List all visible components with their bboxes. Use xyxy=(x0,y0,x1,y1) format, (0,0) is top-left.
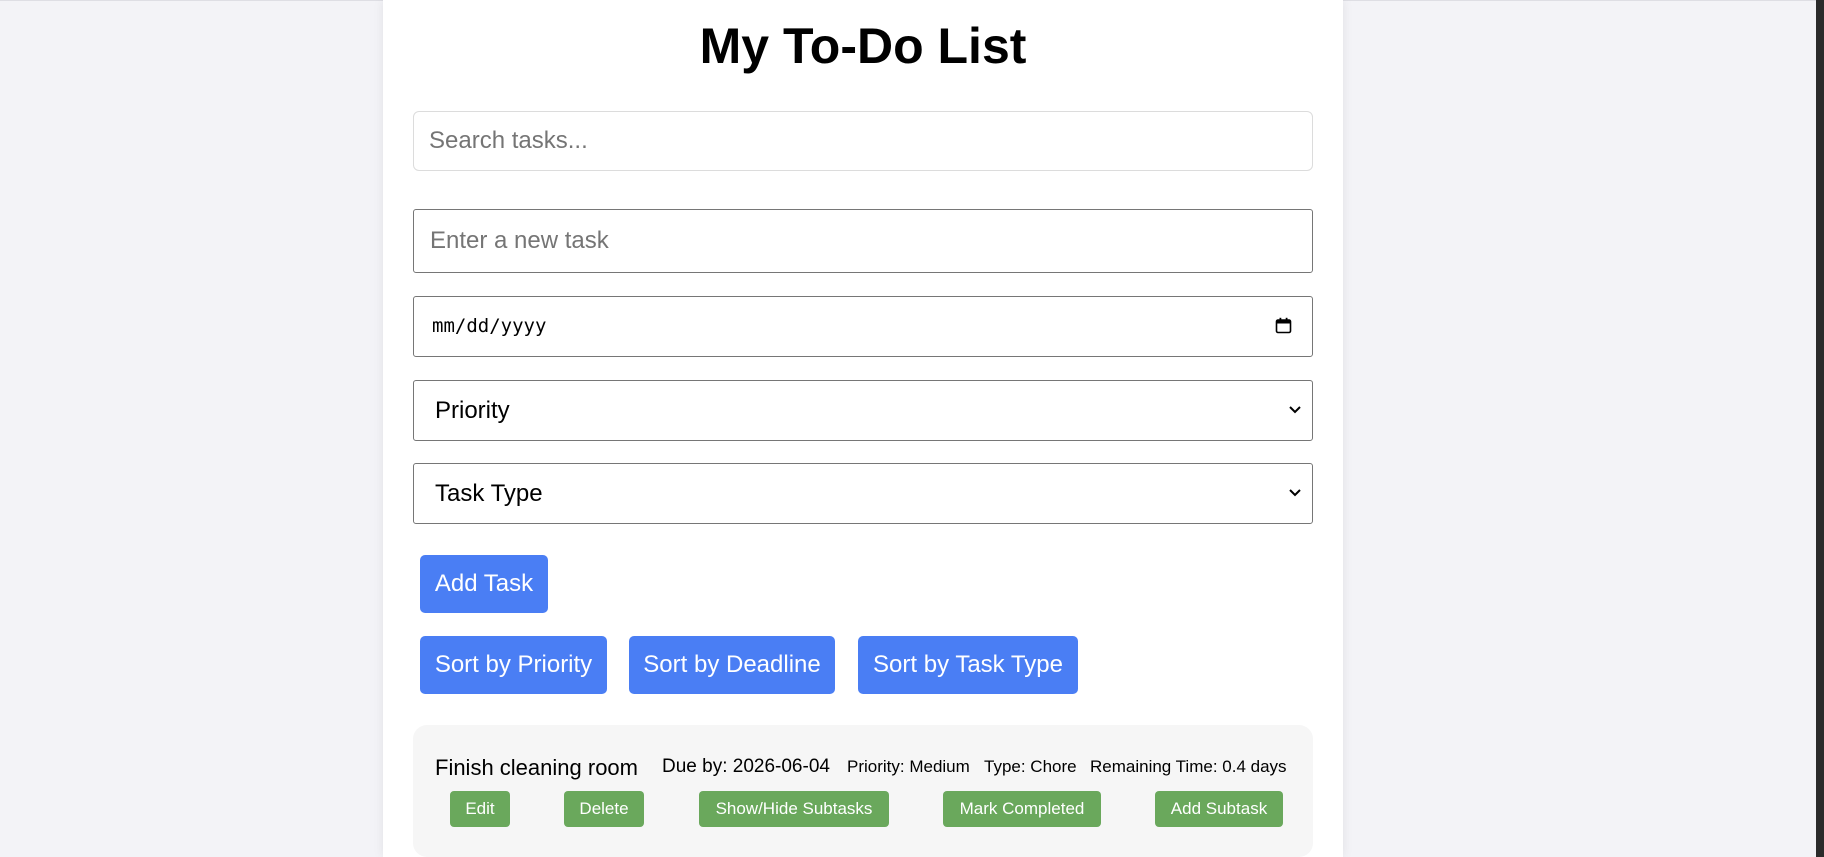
add-task-button[interactable]: Add Task xyxy=(420,555,548,613)
toggle-subtasks-button[interactable]: Show/Hide Subtasks xyxy=(699,791,889,827)
edit-task-button[interactable]: Edit xyxy=(450,791,510,827)
calendar-icon[interactable] xyxy=(1275,317,1292,334)
deadline-date-input[interactable]: mm/dd/yyyy xyxy=(413,296,1313,357)
task-due-date: Due by: 2026-06-04 xyxy=(662,756,830,777)
date-placeholder: mm/dd/yyyy xyxy=(432,315,547,337)
window-scrollbar[interactable] xyxy=(1816,0,1824,857)
new-task-input[interactable] xyxy=(413,209,1313,273)
task-type-select[interactable]: Task Type xyxy=(413,463,1313,524)
priority-select-value: Priority xyxy=(435,397,510,424)
sort-by-deadline-button[interactable]: Sort by Deadline xyxy=(629,636,835,694)
task-remaining-time: Remaining Time: 0.4 days xyxy=(1090,757,1287,776)
mark-completed-button[interactable]: Mark Completed xyxy=(943,791,1101,827)
task-priority: Priority: Medium xyxy=(847,757,970,776)
search-input[interactable] xyxy=(413,111,1313,171)
page-title: My To-Do List xyxy=(699,18,1027,74)
todo-container: My To-Do List mm/dd/yyyy Priority Task T… xyxy=(383,0,1343,857)
sort-by-priority-button[interactable]: Sort by Priority xyxy=(420,636,607,694)
task-type: Type: Chore xyxy=(984,757,1077,776)
task-item: Finish cleaning room Due by: 2026-06-04 … xyxy=(413,725,1313,857)
task-name: Finish cleaning room xyxy=(435,755,638,780)
chevron-down-icon xyxy=(1289,406,1301,414)
add-subtask-button[interactable]: Add Subtask xyxy=(1155,791,1283,827)
delete-task-button[interactable]: Delete xyxy=(564,791,644,827)
chevron-down-icon xyxy=(1289,489,1301,497)
task-type-select-value: Task Type xyxy=(435,480,543,507)
sort-by-task-type-button[interactable]: Sort by Task Type xyxy=(858,636,1078,694)
priority-select[interactable]: Priority xyxy=(413,380,1313,441)
